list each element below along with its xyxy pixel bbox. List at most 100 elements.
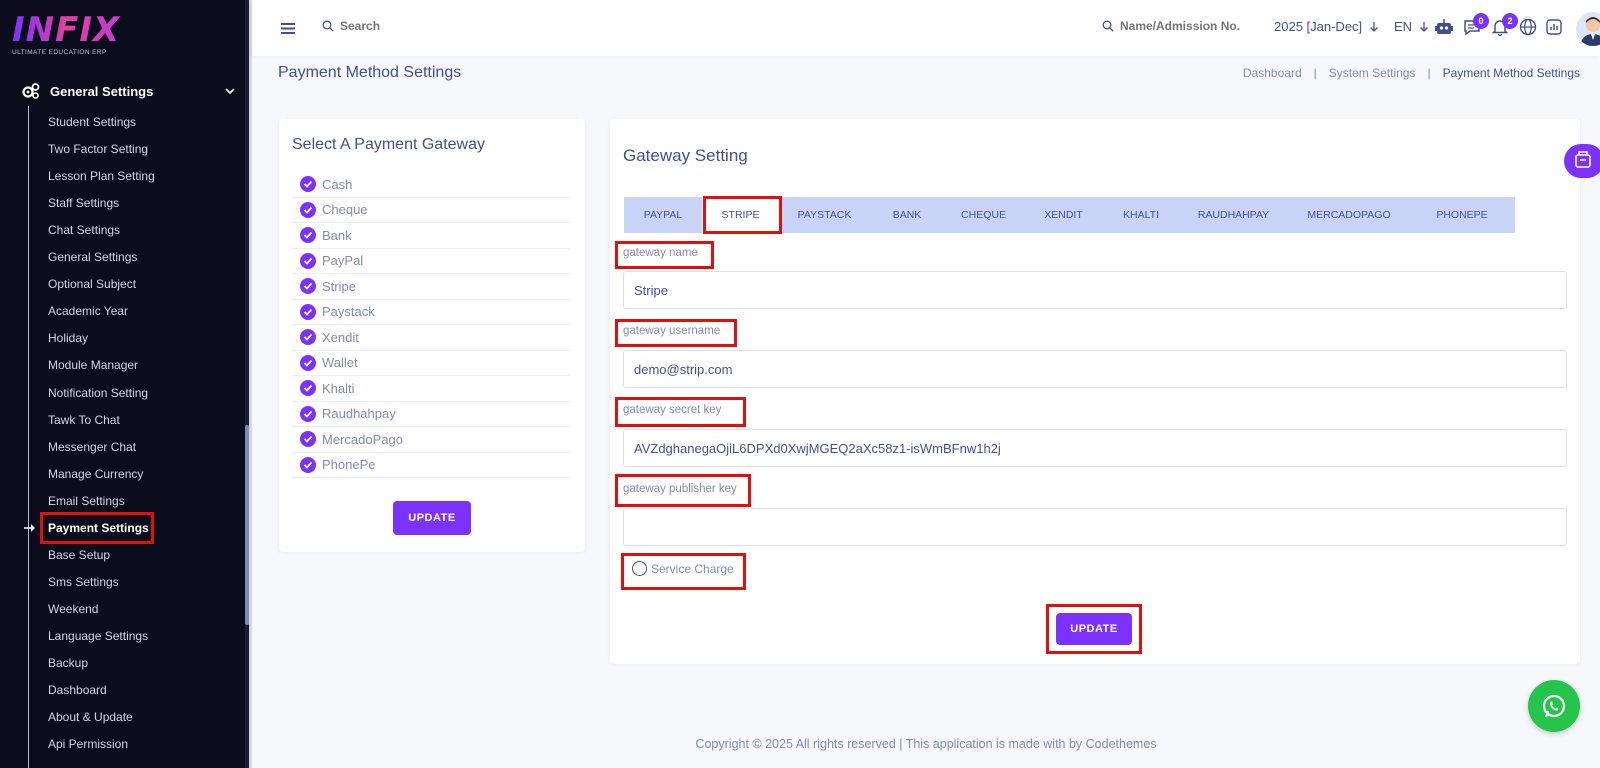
sidebar-item-messenger-chat[interactable]: Messenger Chat bbox=[48, 437, 136, 457]
breadcrumb: Dashboard | System Settings | Payment Me… bbox=[1243, 66, 1580, 80]
gateway-label: MercadoPago bbox=[322, 431, 403, 447]
gateway-item-paystack[interactable]: Paystack bbox=[292, 300, 570, 325]
gateway-item-wallet[interactable]: Wallet bbox=[292, 351, 570, 376]
sidebar-item-general-settings[interactable]: General Settings bbox=[48, 247, 137, 267]
gateway-username-field bbox=[623, 350, 1567, 388]
menu-icon[interactable] bbox=[280, 20, 296, 36]
sidebar-item-sms-settings[interactable]: Sms Settings bbox=[48, 572, 119, 592]
sidebar-item-tawk-to-chat[interactable]: Tawk To Chat bbox=[48, 410, 120, 430]
checkbox-checked-icon[interactable] bbox=[300, 456, 316, 473]
checkbox-checked-icon[interactable] bbox=[300, 431, 316, 448]
card-title: Gateway Setting bbox=[623, 146, 748, 165]
arrow-down-icon bbox=[1420, 21, 1429, 32]
update-gateways-button[interactable]: UPDATE bbox=[393, 501, 471, 535]
checkbox-checked-icon[interactable] bbox=[300, 252, 316, 269]
sidebar-item-manage-currency[interactable]: Manage Currency bbox=[48, 464, 143, 484]
checkbox-checked-icon[interactable] bbox=[300, 405, 316, 422]
sidebar-item-dashboard[interactable]: Dashboard bbox=[48, 680, 107, 700]
avatar-image bbox=[1580, 17, 1600, 46]
sidebar-item-base-setup[interactable]: Base Setup bbox=[48, 545, 110, 565]
sidebar-item-language-settings[interactable]: Language Settings bbox=[48, 626, 148, 646]
logo[interactable]: INFIX ULTIMATE EDUCATION ERP bbox=[12, 12, 122, 60]
chevron-down-icon bbox=[225, 88, 235, 95]
tab-paypal[interactable]: PAYPAL bbox=[624, 197, 702, 233]
gateway-name-input[interactable] bbox=[624, 272, 1566, 308]
tab-phonepe[interactable]: PHONEPE bbox=[1409, 197, 1515, 233]
page-title: Payment Method Settings bbox=[278, 64, 462, 81]
tab-raudhahpay[interactable]: RAUDHAHPAY bbox=[1178, 197, 1289, 233]
whatsapp-button[interactable] bbox=[1528, 680, 1580, 732]
sidebar-item-lesson-plan-setting[interactable]: Lesson Plan Setting bbox=[48, 166, 155, 186]
highlight-box-payment-settings bbox=[40, 512, 154, 544]
sidebar-item-optional-subject[interactable]: Optional Subject bbox=[48, 274, 136, 294]
report-icon[interactable] bbox=[1544, 17, 1564, 37]
checkbox-checked-icon[interactable] bbox=[300, 227, 316, 244]
arrow-down-icon bbox=[1370, 21, 1379, 32]
gateway-item-raudhahpay[interactable]: Raudhahpay bbox=[292, 402, 570, 427]
sidebar-item-about-update[interactable]: About & Update bbox=[48, 707, 133, 727]
breadcrumb-system-settings[interactable]: System Settings bbox=[1329, 66, 1416, 80]
sidebar-item-weekend[interactable]: Weekend bbox=[48, 599, 98, 619]
tab-xendit[interactable]: XENDIT bbox=[1023, 197, 1104, 233]
sidebar-item-student-settings[interactable]: Student Settings bbox=[48, 112, 136, 132]
tab-cheque[interactable]: CHEQUE bbox=[944, 197, 1023, 233]
gateway-item-cheque[interactable]: Cheque bbox=[292, 198, 570, 223]
gateway-label: Cash bbox=[322, 176, 353, 192]
sidebar-item-staff-settings[interactable]: Staff Settings bbox=[48, 193, 119, 213]
student-search-input[interactable] bbox=[1120, 19, 1260, 33]
gateway-item-stripe[interactable]: Stripe bbox=[292, 274, 570, 300]
service-charge-radio[interactable] bbox=[632, 561, 647, 576]
language-selector[interactable]: EN bbox=[1394, 19, 1430, 34]
tab-paystack[interactable]: PAYSTACK bbox=[779, 197, 870, 233]
cart-icon bbox=[1575, 151, 1591, 168]
robot-icon[interactable] bbox=[1434, 17, 1454, 37]
checkbox-checked-icon[interactable] bbox=[300, 278, 316, 295]
update-gateway-setting-button[interactable]: UPDATE bbox=[1056, 613, 1132, 645]
sidebar-item-chat-settings[interactable]: Chat Settings bbox=[48, 220, 120, 240]
checkbox-checked-icon[interactable] bbox=[300, 380, 316, 397]
gateway-item-cash[interactable]: Cash bbox=[292, 172, 570, 198]
checkbox-checked-icon[interactable] bbox=[300, 201, 316, 218]
tab-khalti[interactable]: KHALTI bbox=[1104, 197, 1178, 233]
sidebar-item-backup[interactable]: Backup bbox=[48, 653, 88, 673]
sidebar-item-holiday[interactable]: Holiday bbox=[48, 328, 88, 348]
gateway-secret-key-input[interactable] bbox=[624, 430, 1566, 466]
gateway-item-mercadopago[interactable]: MercadoPago bbox=[292, 427, 570, 453]
floating-cart-button[interactable] bbox=[1564, 144, 1600, 178]
tab-mercadopago[interactable]: MERCADOPAGO bbox=[1289, 197, 1409, 233]
gateway-item-bank[interactable]: Bank bbox=[292, 223, 570, 249]
breadcrumb-dashboard[interactable]: Dashboard bbox=[1243, 66, 1302, 80]
gateway-username-label: gateway username bbox=[623, 325, 721, 337]
checkbox-checked-icon[interactable] bbox=[300, 354, 316, 371]
payment-gateway-select-card: Select A Payment Gateway Cash Cheque Bank P… bbox=[279, 119, 585, 552]
tab-bank[interactable]: BANK bbox=[870, 197, 944, 233]
user-avatar[interactable] bbox=[1576, 12, 1600, 46]
breadcrumb-separator: | bbox=[1313, 66, 1317, 80]
gateway-item-paypal[interactable]: PayPal bbox=[292, 249, 570, 274]
sidebar-item-email-settings[interactable]: Email Settings bbox=[48, 491, 125, 511]
nav-group-general-settings[interactable]: General Settings bbox=[22, 80, 244, 102]
globe-icon[interactable] bbox=[1518, 17, 1538, 37]
gateway-publisher-key-input[interactable] bbox=[624, 509, 1566, 545]
sidebar-scrollbar[interactable] bbox=[245, 0, 249, 768]
gateway-name-field bbox=[623, 271, 1567, 309]
gateway-label: Stripe bbox=[322, 278, 356, 294]
sidebar-item-module-manager[interactable]: Module Manager bbox=[48, 355, 138, 375]
sidebar-item-academic-year[interactable]: Academic Year bbox=[48, 301, 128, 321]
sidebar-item-api-permission[interactable]: Api Permission bbox=[48, 734, 128, 754]
gateway-label: Khalti bbox=[322, 380, 355, 396]
gateway-username-input[interactable] bbox=[624, 351, 1566, 387]
search-input[interactable] bbox=[340, 19, 460, 33]
sidebar-item-notification-setting[interactable]: Notification Setting bbox=[48, 383, 148, 403]
checkbox-checked-icon[interactable] bbox=[300, 176, 316, 193]
academic-year-selector[interactable]: 2025 [Jan-Dec] bbox=[1274, 19, 1380, 34]
sidebar-item-two-factor-setting[interactable]: Two Factor Setting bbox=[48, 139, 148, 159]
gateway-item-xendit[interactable]: Xendit bbox=[292, 325, 570, 351]
sidebar-scroll-thumb[interactable] bbox=[245, 425, 249, 625]
checkbox-checked-icon[interactable] bbox=[300, 303, 316, 320]
gateway-item-phonepe[interactable]: PhonePe bbox=[292, 453, 570, 478]
gateway-item-khalti[interactable]: Khalti bbox=[292, 376, 570, 402]
gateway-setting-card: Gateway Setting PAYPAL STRIPE PAYSTACK BANK… bbox=[610, 119, 1580, 664]
checkbox-checked-icon[interactable] bbox=[300, 329, 316, 346]
gateway-list: Cash Cheque Bank PayPal Stripe Paystack Xendit… bbox=[292, 172, 570, 478]
